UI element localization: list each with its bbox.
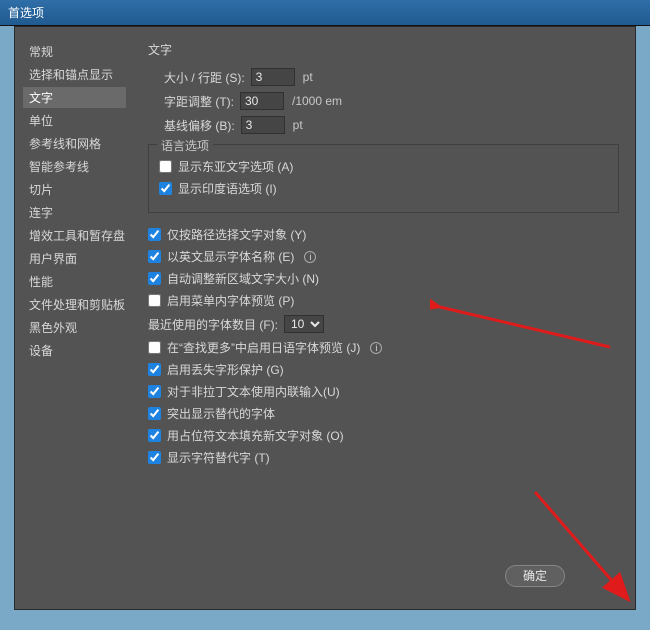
language-legend: 语言选项	[157, 137, 213, 154]
sidebar-item-12[interactable]: 黑色外观	[23, 317, 126, 338]
sidebar-item-13[interactable]: 设备	[23, 340, 126, 361]
sidebar-item-10[interactable]: 性能	[23, 271, 126, 292]
checkbox-east-asian[interactable]	[159, 160, 172, 173]
checkbox-inline-input[interactable]	[148, 385, 161, 398]
checkbox-english-names[interactable]	[148, 250, 161, 263]
sidebar-item-0[interactable]: 常规	[23, 41, 126, 62]
label-glyph-alt: 显示字符替代字 (T)	[167, 449, 270, 466]
checkbox-indic[interactable]	[159, 182, 172, 195]
sidebar-item-4[interactable]: 参考线和网格	[23, 133, 126, 154]
sidebar-item-8[interactable]: 增效工具和暂存盘	[23, 225, 126, 246]
size-unit: pt	[303, 70, 313, 84]
baseline-input[interactable]	[241, 116, 285, 134]
label-east-asian: 显示东亚文字选项 (A)	[178, 158, 293, 175]
checkbox-missing-glyph[interactable]	[148, 363, 161, 376]
sidebar-item-2[interactable]: 文字	[23, 87, 126, 108]
checkbox-path-select[interactable]	[148, 228, 161, 241]
language-options-fieldset: 语言选项 显示东亚文字选项 (A) 显示印度语选项 (I)	[148, 144, 619, 213]
sidebar-item-5[interactable]: 智能参考线	[23, 156, 126, 177]
window-title: 首选项	[8, 4, 44, 21]
size-input[interactable]	[251, 68, 295, 86]
preferences-window: 常规选择和锚点显示文字单位参考线和网格智能参考线切片连字增效工具和暂存盘用户界面…	[14, 26, 636, 610]
section-title: 文字	[148, 41, 619, 58]
checkbox-autosize[interactable]	[148, 272, 161, 285]
checkbox-menu-preview[interactable]	[148, 294, 161, 307]
tracking-label: 字距调整 (T):	[164, 93, 234, 110]
checkbox-glyph-alt[interactable]	[148, 451, 161, 464]
checkbox-placeholder-text[interactable]	[148, 429, 161, 442]
titlebar: 首选项	[0, 0, 650, 26]
sidebar-item-1[interactable]: 选择和锚点显示	[23, 64, 126, 85]
label-menu-preview: 启用菜单内字体预览 (P)	[167, 292, 294, 309]
baseline-label: 基线偏移 (B):	[164, 117, 235, 134]
sidebar-item-6[interactable]: 切片	[23, 179, 126, 200]
info-icon[interactable]: i	[304, 251, 316, 263]
sidebar-item-3[interactable]: 单位	[23, 110, 126, 131]
label-placeholder-text: 用占位符文本填充新文字对象 (O)	[167, 427, 344, 444]
label-path-select: 仅按路径选择文字对象 (Y)	[167, 226, 306, 243]
sidebar-item-11[interactable]: 文件处理和剪贴板	[23, 294, 126, 315]
sidebar-item-7[interactable]: 连字	[23, 202, 126, 223]
info-icon[interactable]: i	[370, 342, 382, 354]
label-indic: 显示印度语选项 (I)	[178, 180, 277, 197]
size-label: 大小 / 行距 (S):	[164, 69, 245, 86]
sidebar-item-9[interactable]: 用户界面	[23, 248, 126, 269]
baseline-unit: pt	[293, 118, 303, 132]
checkbox-jp-preview[interactable]	[148, 341, 161, 354]
tracking-input[interactable]	[240, 92, 284, 110]
label-highlight-sub: 突出显示替代的字体	[167, 405, 275, 422]
checkbox-highlight-sub[interactable]	[148, 407, 161, 420]
label-missing-glyph: 启用丢失字形保护 (G)	[167, 361, 284, 378]
main-panel: 文字 大小 / 行距 (S): pt 字距调整 (T): /1000 em 基线…	[130, 27, 635, 609]
sidebar: 常规选择和锚点显示文字单位参考线和网格智能参考线切片连字增效工具和暂存盘用户界面…	[15, 27, 130, 609]
label-jp-preview: 在“查找更多”中启用日语字体预览 (J)	[167, 339, 360, 356]
tracking-unit: /1000 em	[292, 94, 342, 108]
label-english-names: 以英文显示字体名称 (E)	[167, 248, 294, 265]
recent-fonts-label: 最近使用的字体数目 (F):	[148, 316, 278, 333]
recent-fonts-select[interactable]: 10	[284, 315, 324, 333]
label-inline-input: 对于非拉丁文本使用内联输入(U)	[167, 383, 340, 400]
ok-button[interactable]: 确定	[505, 565, 565, 587]
label-autosize: 自动调整新区域文字大小 (N)	[167, 270, 319, 287]
